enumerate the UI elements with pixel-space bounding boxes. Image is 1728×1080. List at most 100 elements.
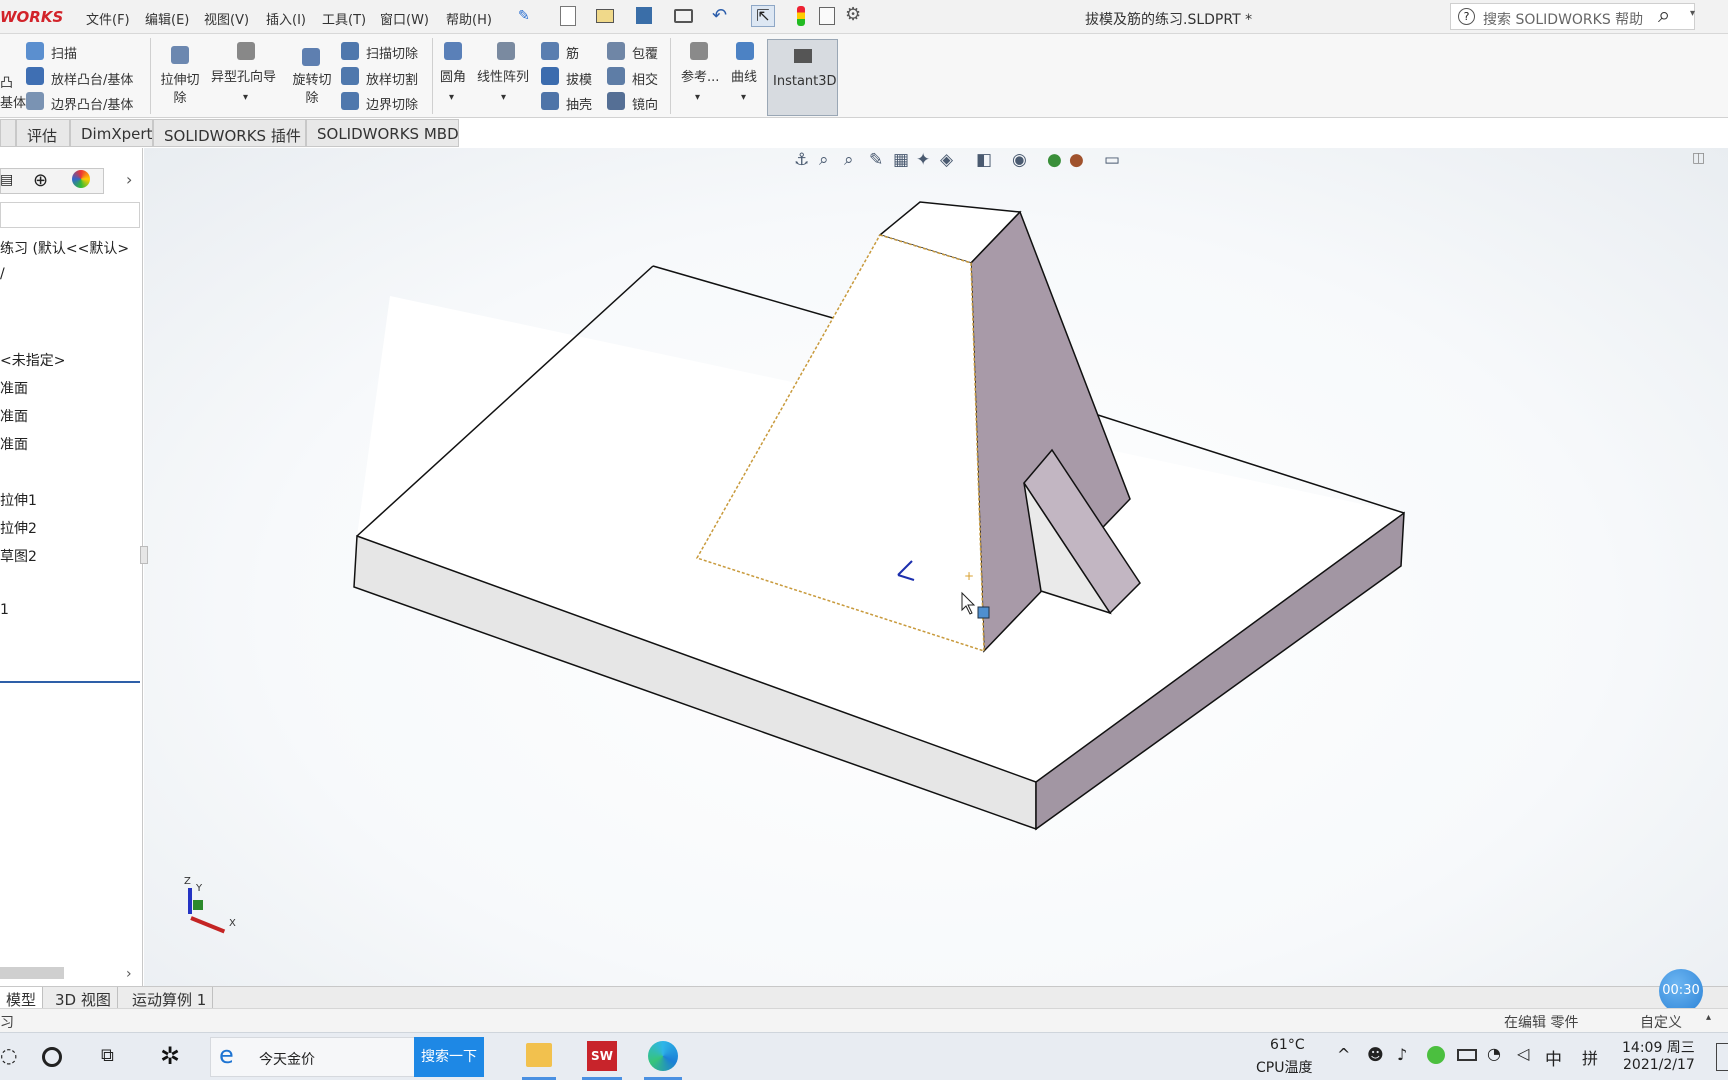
- sweep-button[interactable]: 扫描: [51, 43, 77, 62]
- tab-dimxpert[interactable]: DimXpert: [70, 119, 153, 147]
- wrap-button[interactable]: 包覆: [632, 43, 658, 62]
- menu-file[interactable]: 文件(F): [86, 9, 130, 28]
- status-units-custom[interactable]: 自定义: [1640, 1012, 1682, 1032]
- file-explorer-icon[interactable]: [526, 1043, 552, 1067]
- tree-filter-input[interactable]: [0, 202, 140, 228]
- start-partial-icon[interactable]: ◌: [0, 1043, 17, 1067]
- clock-time[interactable]: 14:09 周三: [1622, 1037, 1695, 1057]
- display-manager-icon[interactable]: [72, 170, 90, 188]
- undo-icon[interactable]: ↶: [712, 5, 727, 26]
- tree-item-front-plane[interactable]: 准面: [0, 378, 28, 398]
- linear-pattern-dropdown-icon[interactable]: ▾: [501, 92, 506, 103]
- reference-dropdown-icon[interactable]: ▾: [695, 92, 700, 103]
- revolved-cut-button[interactable]: 旋转切除: [290, 72, 334, 108]
- reference-geometry-button[interactable]: 参考...: [681, 66, 719, 85]
- tree-item-right-plane[interactable]: 准面: [0, 434, 28, 454]
- drag-handle[interactable]: [977, 606, 990, 619]
- tree-root-part[interactable]: 练习 (默认<<默认>: [0, 238, 129, 258]
- lofted-cut-button[interactable]: 放样切割: [366, 69, 418, 88]
- tree-item-extrude1[interactable]: 拉伸1: [0, 490, 37, 510]
- file-properties-icon[interactable]: [819, 7, 835, 25]
- boss-label-1[interactable]: 凸: [0, 72, 13, 91]
- tree-item-sketch2[interactable]: 草图2: [0, 546, 37, 566]
- edge-browser-icon[interactable]: [648, 1041, 678, 1071]
- tree-item-feature1[interactable]: 1: [0, 602, 9, 618]
- boundary-boss-button[interactable]: 边界凸台/基体: [51, 94, 133, 113]
- notification-center-icon[interactable]: [1716, 1043, 1728, 1071]
- menu-insert[interactable]: 插入(I): [266, 9, 306, 28]
- clock-date[interactable]: 2021/2/17: [1623, 1057, 1695, 1073]
- microphone-tray-icon[interactable]: ♪: [1397, 1045, 1407, 1064]
- tab-motion-study-1[interactable]: 运动算例 1: [126, 987, 214, 1009]
- dimxpert-manager-icon[interactable]: ⊕: [33, 170, 48, 191]
- save-icon[interactable]: [636, 7, 652, 24]
- search-icon[interactable]: ⌕: [1658, 3, 1670, 28]
- mirror-button[interactable]: 镜向: [632, 94, 658, 113]
- open-folder-icon[interactable]: [596, 9, 614, 23]
- menu-help[interactable]: 帮助(H): [446, 9, 492, 28]
- security-tray-icon[interactable]: [1427, 1046, 1445, 1064]
- curves-button[interactable]: 曲线: [731, 66, 757, 85]
- select-arrow-icon[interactable]: ⇱: [751, 5, 775, 27]
- battery-tray-icon[interactable]: [1457, 1049, 1477, 1061]
- menu-tools[interactable]: 工具(T): [322, 9, 366, 28]
- shell-button[interactable]: 抽壳: [566, 94, 592, 113]
- tree-item-extrude2[interactable]: 拉伸2: [0, 518, 37, 538]
- tab-model[interactable]: 模型: [0, 987, 44, 1009]
- rebuild-traffic-light-icon[interactable]: [797, 6, 805, 26]
- status-units-chevron-icon[interactable]: ▴: [1706, 1012, 1711, 1023]
- curves-dropdown-icon[interactable]: ▾: [741, 92, 746, 103]
- fillet-dropdown-icon[interactable]: ▾: [449, 92, 454, 103]
- task-view-icon[interactable]: ⧉: [101, 1045, 114, 1066]
- hole-wizard-button[interactable]: 异型孔向导: [211, 66, 276, 85]
- cortana-circle-icon[interactable]: [42, 1047, 62, 1067]
- tab-partial[interactable]: [0, 119, 16, 147]
- tree-item-material[interactable]: <未指定>: [0, 350, 65, 370]
- chevron-right-icon[interactable]: ›: [126, 170, 132, 189]
- hole-wizard-dropdown-icon[interactable]: ▾: [243, 92, 248, 103]
- scroll-right-icon[interactable]: ›: [126, 966, 132, 982]
- ime-mode-indicator[interactable]: 拼: [1582, 1045, 1598, 1069]
- rollback-bar[interactable]: [0, 681, 140, 683]
- intersect-button[interactable]: 相交: [632, 69, 658, 88]
- help-search-input[interactable]: 搜索 SOLIDWORKS 帮助: [1483, 9, 1643, 29]
- tree-item-sensors[interactable]: /: [0, 266, 5, 282]
- graphics-viewport[interactable]: ⚓ ⌕ ⌕ ✎ ▦ ✦ ◈ ◧ ◉ ● ● ▭ ◫ + Z Y X: [144, 148, 1728, 988]
- swept-cut-button[interactable]: 扫描切除: [366, 43, 418, 62]
- pin-icon[interactable]: ✎: [518, 8, 530, 24]
- property-manager-icon[interactable]: ▤: [0, 172, 13, 188]
- qq-tray-icon[interactable]: ☻: [1367, 1045, 1384, 1064]
- panel-splitter-handle[interactable]: [140, 546, 148, 564]
- wifi-tray-icon[interactable]: ◔: [1487, 1044, 1501, 1063]
- tab-solidworks-addins[interactable]: SOLIDWORKS 插件: [153, 119, 306, 147]
- solidworks-taskbar-icon[interactable]: SW: [587, 1041, 617, 1071]
- instant3d-toggle[interactable]: Instant3D: [767, 39, 838, 116]
- tab-3d-view[interactable]: 3D 视图: [49, 987, 118, 1009]
- news-widget[interactable]: e 今天金价: [210, 1037, 415, 1077]
- boundary-cut-button[interactable]: 边界切除: [366, 94, 418, 113]
- news-headline[interactable]: 今天金价: [259, 1049, 315, 1069]
- rib-button[interactable]: 筋: [566, 43, 579, 62]
- tray-overflow-chevron-icon[interactable]: ^: [1337, 1045, 1350, 1064]
- menu-window[interactable]: 窗口(W): [380, 9, 429, 28]
- pinwheel-app-icon[interactable]: ✲: [160, 1042, 180, 1070]
- fillet-button[interactable]: 圆角: [440, 66, 466, 85]
- linear-pattern-button[interactable]: 线性阵列: [477, 66, 529, 85]
- search-go-button[interactable]: 搜索一下: [414, 1037, 484, 1077]
- extruded-cut-button[interactable]: 拉伸切除: [158, 72, 202, 108]
- tree-item-top-plane[interactable]: 准面: [0, 406, 28, 426]
- horizontal-scrollbar[interactable]: [0, 967, 64, 979]
- print-icon[interactable]: [674, 9, 693, 23]
- chevron-down-icon[interactable]: ▾: [1690, 8, 1695, 19]
- menu-edit[interactable]: 编辑(E): [145, 9, 189, 28]
- boss-label-2[interactable]: 基体: [0, 92, 26, 111]
- tab-solidworks-mbd[interactable]: SOLIDWORKS MBD: [306, 119, 459, 147]
- new-document-icon[interactable]: [560, 6, 576, 26]
- tab-evaluate[interactable]: 评估: [16, 119, 70, 147]
- menu-view[interactable]: 视图(V): [204, 9, 249, 28]
- ime-language-indicator[interactable]: 中: [1545, 1045, 1562, 1070]
- recording-timer-badge[interactable]: 00:30: [1659, 969, 1703, 1013]
- volume-tray-icon[interactable]: ◁: [1517, 1044, 1529, 1063]
- draft-button[interactable]: 拔模: [566, 69, 592, 88]
- options-gear-icon[interactable]: ⚙: [845, 4, 861, 25]
